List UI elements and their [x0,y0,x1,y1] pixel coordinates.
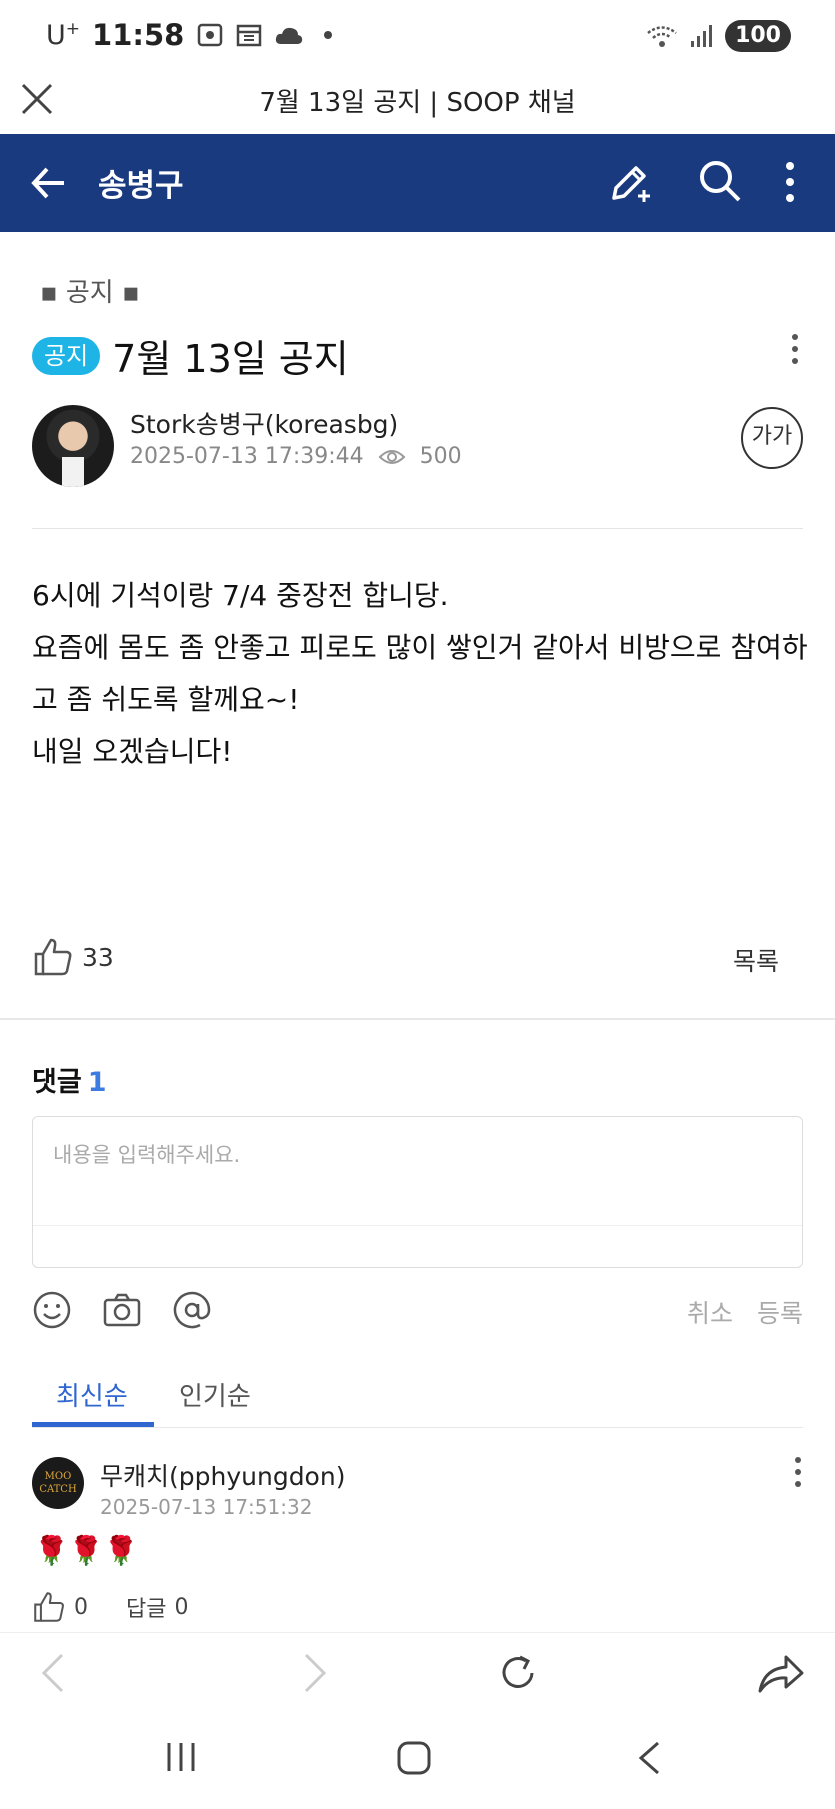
comment-more-icon[interactable] [792,1456,804,1488]
calendar-icon [237,24,262,47]
tab-popular[interactable]: 인기순 [179,1376,251,1413]
notification-dot-icon [324,31,333,39]
system-back-icon[interactable] [636,1740,662,1776]
commenter-avatar[interactable]: MOO CATCH [32,1457,84,1509]
cancel-button[interactable]: 취소 [687,1294,733,1330]
wifi-icon [647,26,677,47]
like-count: 33 [82,942,114,972]
cloud-icon [276,27,303,44]
search-icon[interactable] [697,158,743,204]
browser-back-icon[interactable] [38,1651,68,1695]
post-author[interactable]: Stork송병구(koreasbg) [130,405,398,441]
comment-actions: 취소 등록 [687,1294,803,1330]
status-bar: U+ 11:58 100 [0,0,835,72]
battery-indicator: 100 [725,20,791,52]
reply-count: 0 [174,1594,189,1620]
comment-like-icon[interactable] [32,1590,66,1624]
comment-footer: 0 답글 0 [32,1590,188,1624]
status-time: 11:58 [92,18,185,52]
comment-like-count: 0 [74,1594,88,1620]
eye-icon [378,449,406,464]
channel-header: 송병구 [0,134,835,232]
post-content: 6시에 기석이랑 7/4 중장전 합니당. 요즘에 몸도 좀 안좋고 피로도 많… [32,570,812,778]
like-button[interactable]: 33 [32,936,114,978]
refresh-icon[interactable] [496,1651,540,1695]
screenshot-icon [198,23,223,47]
more-options-icon[interactable] [780,160,800,204]
view-count: 500 [419,444,462,469]
home-icon[interactable] [396,1740,432,1776]
comment-date: 2025-07-13 17:51:32 [100,1495,313,1519]
camera-icon[interactable] [102,1290,142,1330]
browser-forward-icon[interactable] [300,1651,330,1695]
mention-icon[interactable] [172,1290,212,1330]
list-button[interactable]: 목록 [733,942,779,978]
write-post-icon[interactable] [606,158,654,206]
signal-icon [691,25,713,47]
channel-name[interactable]: 송병구 [98,160,184,205]
post-more-icon[interactable] [788,332,802,366]
notice-badge: 공지 [32,336,101,375]
thumbs-up-icon [34,938,72,976]
comment-text: 🌹🌹🌹 [34,1534,139,1567]
reply-button[interactable]: 답글 [126,1591,166,1623]
section-divider [0,1018,835,1020]
active-tab-underline [32,1422,154,1427]
post-title: 7월 13일 공지 [112,337,349,381]
comment-tools [32,1290,212,1330]
emoji-icon[interactable] [32,1290,72,1330]
post-title-row: 공지 7월 13일 공지 [32,328,349,383]
comment-sort-tabs: 최신순 인기순 [32,1368,803,1428]
browser-title-bar: 7월 13일 공지 | SOOP 채널 [0,72,835,134]
back-arrow-icon[interactable] [30,164,68,202]
comments-heading: 댓글 1 [32,1067,107,1098]
post-paragraph: 내일 오겠습니다! [32,735,233,768]
browser-page-title: 7월 13일 공지 | SOOP 채널 [259,88,576,118]
divider [32,528,803,529]
comment-input-placeholder: 내용을 입력해주세요. [53,1143,241,1167]
recent-apps-icon[interactable] [164,1740,198,1774]
browser-toolbar [0,1632,835,1714]
comment-input[interactable]: 내용을 입력해주세요. [32,1116,803,1268]
post-date: 2025-07-13 17:39:44 [130,444,364,469]
share-icon[interactable] [756,1651,806,1695]
author-avatar[interactable] [32,405,114,487]
post-paragraph: 6시에 기석이랑 7/4 중장전 합니당. [32,579,449,612]
post-meta: 2025-07-13 17:39:44 500 [130,444,462,469]
system-nav-bar [0,1714,835,1809]
font-size-button[interactable]: 가가 [741,407,803,469]
post-paragraph: 요즘에 몸도 좀 안좋고 피로도 많이 쌓인거 같아서 비방으로 참여하고 좀 … [32,631,808,716]
tab-latest[interactable]: 최신순 [56,1376,128,1413]
post-category[interactable]: ▪ 공지 ▪ [40,272,140,309]
carrier-label: U+ [46,19,81,51]
comment-author[interactable]: 무캐치(pphyungdon) [100,1457,345,1493]
submit-button[interactable]: 등록 [757,1294,803,1330]
comment-count: 1 [87,1067,107,1098]
